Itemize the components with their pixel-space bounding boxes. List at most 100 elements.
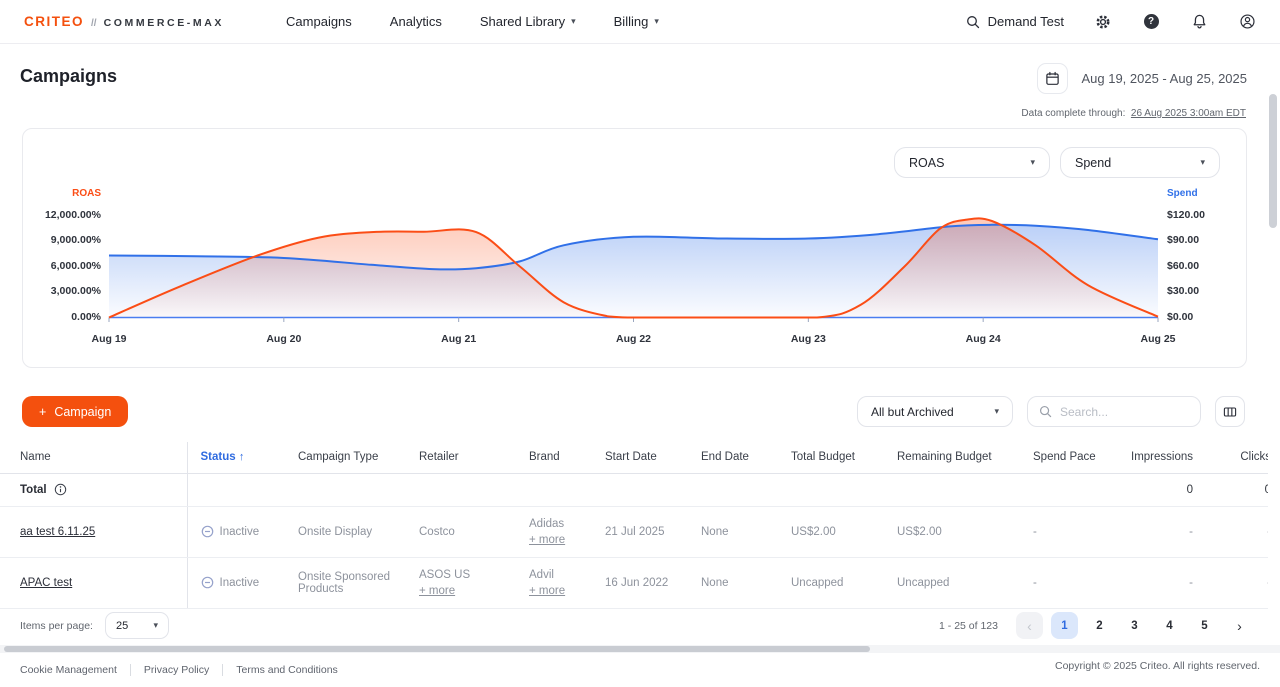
caret-down-icon: ▾ xyxy=(1030,158,1035,167)
right-axis-title: Spend xyxy=(1158,188,1232,204)
pagination-range: 1 - 25 of 123 xyxy=(939,620,998,632)
brand-cell: Adidas xyxy=(529,516,592,532)
info-icon[interactable] xyxy=(54,483,67,496)
next-page-button[interactable]: › xyxy=(1226,612,1253,639)
campaign-type-cell: Onsite Sponsored Products xyxy=(285,557,406,608)
nav-item-billing[interactable]: Billing▾ xyxy=(614,14,659,29)
new-campaign-button[interactable]: + Campaign xyxy=(22,396,128,427)
help-button[interactable]: ? xyxy=(1142,13,1160,31)
table-row: aa test 6.11.25 Inactive Onsite Display … xyxy=(0,506,1268,557)
end-date-cell: None xyxy=(688,557,778,608)
nav-item-shared-library[interactable]: Shared Library▾ xyxy=(480,14,576,29)
col-header-start-date[interactable]: Start Date xyxy=(592,442,688,473)
brand-more-link[interactable]: + more xyxy=(529,585,565,597)
campaigns-table: Name Status ↑ Campaign Type Retailer Bra… xyxy=(0,442,1268,609)
col-header-impressions[interactable]: Impressions xyxy=(1105,442,1205,473)
col-header-remaining-budget[interactable]: Remaining Budget xyxy=(884,442,1020,473)
retailer-cell: Costco xyxy=(419,524,516,540)
data-complete-link[interactable]: 26 Aug 2025 3:00am EDT xyxy=(1131,108,1246,119)
total-row: Total 0 0 xyxy=(0,473,1268,506)
x-axis-label: Aug 25 xyxy=(1140,333,1175,345)
footer-link-cookie-management[interactable]: Cookie Management xyxy=(20,664,117,676)
col-header-clicks[interactable]: Clicks xyxy=(1205,442,1268,473)
date-range-value[interactable]: Aug 19, 2025 - Aug 25, 2025 xyxy=(1081,71,1247,86)
page-button-5[interactable]: 5 xyxy=(1191,612,1218,639)
search-icon xyxy=(1039,405,1052,418)
search-input[interactable] xyxy=(1060,405,1180,419)
data-complete-note: Data complete through: 26 Aug 2025 3:00a… xyxy=(1021,108,1246,119)
retailer-more-link[interactable]: + more xyxy=(419,585,455,597)
col-header-end-date[interactable]: End Date xyxy=(688,442,778,473)
table-header-row: Name Status ↑ Campaign Type Retailer Bra… xyxy=(0,442,1268,473)
right-axis-tick: $30.00 xyxy=(1167,285,1199,297)
retailer-cell: ASOS US xyxy=(419,567,516,583)
total-clicks: 0 xyxy=(1205,473,1268,506)
calendar-button[interactable] xyxy=(1037,63,1068,94)
prev-page-button[interactable]: ‹ xyxy=(1016,612,1043,639)
col-header-status[interactable]: Status ↑ xyxy=(187,442,285,473)
right-axis-tick: $120.00 xyxy=(1167,209,1205,221)
col-header-brand[interactable]: Brand xyxy=(516,442,592,473)
left-axis-title: ROAS xyxy=(37,188,109,204)
items-per-page-select[interactable]: 25 ▾ xyxy=(105,612,169,639)
clicks-cell: - xyxy=(1205,557,1268,608)
criteo-logo[interactable]: CRITEO // COMMERCE-MAX xyxy=(24,14,224,29)
campaign-link[interactable]: aa test 6.11.25 xyxy=(20,526,95,538)
col-header-campaign-type[interactable]: Campaign Type xyxy=(285,442,406,473)
nav-item-analytics[interactable]: Analytics xyxy=(390,14,442,29)
nav-item-campaigns[interactable]: Campaigns xyxy=(286,14,352,29)
columns-icon xyxy=(1222,404,1238,420)
left-axis-ticks: 12,000.00%9,000.00%6,000.00%3,000.00%0.0… xyxy=(37,204,109,324)
status-inactive-icon xyxy=(201,525,214,538)
account-button[interactable] xyxy=(1238,13,1256,31)
settings-button[interactable] xyxy=(1094,13,1112,31)
manage-columns-button[interactable] xyxy=(1215,396,1245,427)
end-date-cell: None xyxy=(688,506,778,557)
account-icon xyxy=(1239,13,1256,30)
status-badge: Inactive xyxy=(220,577,260,589)
copyright-text: Copyright © 2025 Criteo. All rights rese… xyxy=(1055,660,1260,672)
right-metric-select[interactable]: Spend ▾ xyxy=(1060,147,1220,178)
items-per-page-label: Items per page: xyxy=(20,620,93,632)
x-axis-label: Aug 21 xyxy=(441,333,476,345)
search-icon xyxy=(966,15,980,29)
x-axis-label: Aug 22 xyxy=(616,333,651,345)
performance-chart-card: ROAS ▾ Spend ▾ ROAS Spend 12,000.00%9,00… xyxy=(22,128,1247,368)
left-metric-select[interactable]: ROAS ▾ xyxy=(894,147,1050,178)
footer-link-terms[interactable]: Terms and Conditions xyxy=(236,664,338,676)
caret-down-icon: ▾ xyxy=(571,17,576,26)
status-filter-select[interactable]: All but Archived ▾ xyxy=(857,396,1013,427)
x-axis-label: Aug 19 xyxy=(91,333,126,345)
right-axis-ticks: $120.00$90.00$60.00$30.00$0.00 xyxy=(1158,204,1232,324)
caret-down-icon: ▾ xyxy=(1200,158,1205,167)
pagination: 1 - 25 of 123 ‹ 1 2 3 4 5 › xyxy=(939,612,1253,639)
right-axis-tick: $60.00 xyxy=(1167,260,1199,272)
campaign-link[interactable]: APAC test xyxy=(20,577,72,589)
col-header-retailer[interactable]: Retailer xyxy=(406,442,516,473)
brand-more-link[interactable]: + more xyxy=(529,534,565,546)
chart-grid: ROAS Spend 12,000.00%9,000.00%6,000.00%3… xyxy=(37,188,1232,348)
left-axis-tick: 12,000.00% xyxy=(45,209,101,221)
col-header-total-budget[interactable]: Total Budget xyxy=(778,442,884,473)
notifications-button[interactable] xyxy=(1190,13,1208,31)
horizontal-scrollbar-thumb[interactable] xyxy=(4,646,870,652)
vertical-scrollbar-thumb[interactable] xyxy=(1269,94,1277,228)
x-axis-label: Aug 23 xyxy=(791,333,826,345)
account-name: Demand Test xyxy=(988,14,1064,29)
footer-link-privacy-policy[interactable]: Privacy Policy xyxy=(144,664,209,676)
horizontal-scrollbar xyxy=(0,645,1280,653)
page-button-2[interactable]: 2 xyxy=(1086,612,1113,639)
col-header-name[interactable]: Name xyxy=(0,442,187,473)
right-axis-tick: $0.00 xyxy=(1167,311,1193,323)
page-button-1[interactable]: 1 xyxy=(1051,612,1078,639)
page-button-3[interactable]: 3 xyxy=(1121,612,1148,639)
table-search xyxy=(1027,396,1201,427)
x-axis-label: Aug 24 xyxy=(966,333,1001,345)
col-header-spend-pace[interactable]: Spend Pace xyxy=(1020,442,1105,473)
page-button-4[interactable]: 4 xyxy=(1156,612,1183,639)
account-search[interactable]: Demand Test xyxy=(966,14,1064,29)
remaining-budget-cell: US$2.00 xyxy=(884,506,1020,557)
impressions-cell: - xyxy=(1105,506,1205,557)
bell-icon xyxy=(1191,13,1208,30)
top-nav: CRITEO // COMMERCE-MAX Campaigns Analyti… xyxy=(0,0,1280,44)
